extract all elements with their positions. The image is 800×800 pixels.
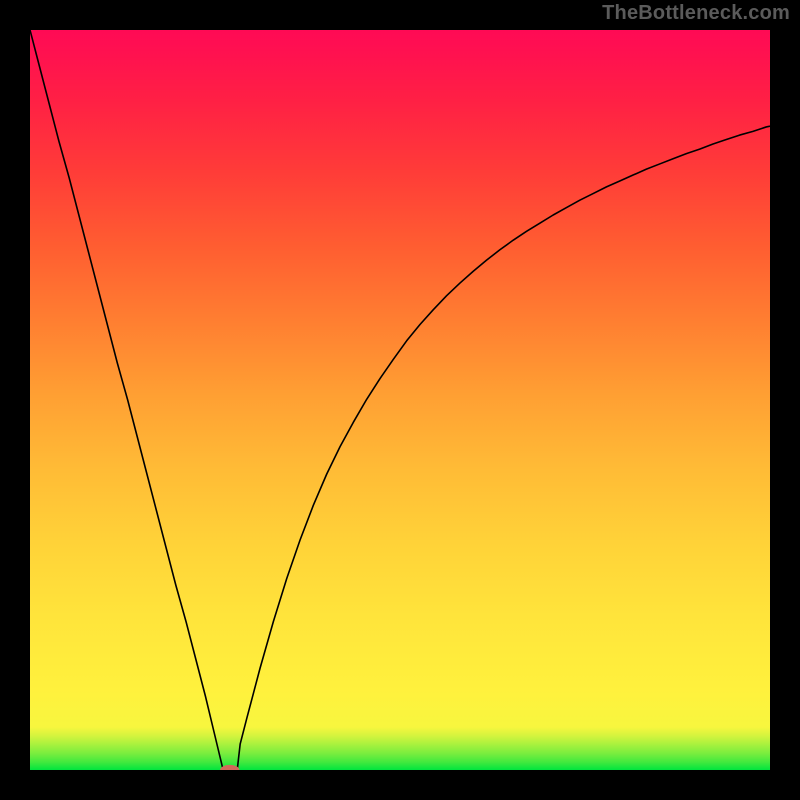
- chart-svg: [30, 30, 770, 770]
- chart-frame: TheBottleneck.com: [0, 0, 800, 800]
- gradient-background: [30, 30, 770, 770]
- plot-area: [30, 30, 770, 770]
- watermark-label: TheBottleneck.com: [602, 2, 790, 25]
